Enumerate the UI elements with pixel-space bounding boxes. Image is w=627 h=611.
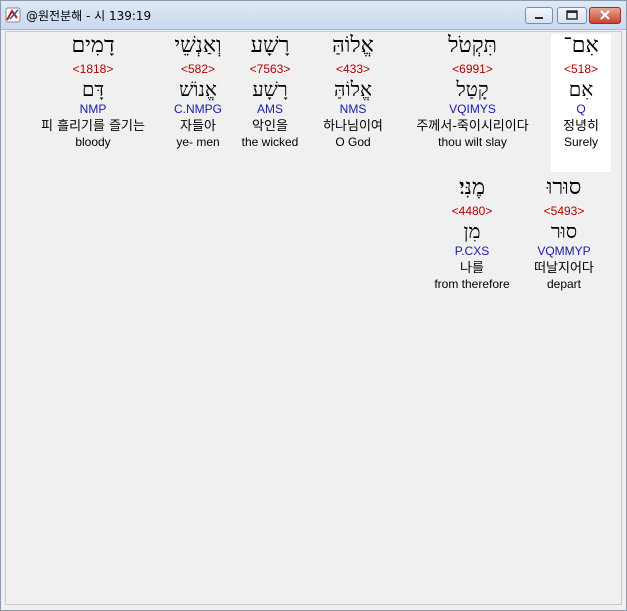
hebrew-word: תִּקְטֹל (448, 33, 497, 58)
word-block-eloah[interactable]: אֱלוֹהַּ <433> אֱלוֹהַּ NMS 하나님이여 O God (312, 34, 394, 172)
hebrew-word: דָמִים (71, 33, 115, 58)
strong-number[interactable]: <433> (312, 62, 394, 76)
strong-number[interactable]: <4480> (426, 204, 518, 218)
lemma-word: אֱנוֹשׁ (179, 77, 217, 101)
morph-code: VQMMYP (537, 244, 591, 258)
hebrew-word: סוּרוּ (546, 175, 582, 200)
verse-analysis-panel: אִם־ <518> אִם Q 정녕히 Surely תִּקְטֹל <69… (5, 31, 622, 605)
korean-gloss: 악인을 (252, 119, 288, 134)
maximize-button[interactable] (557, 7, 587, 24)
morph-code: NMS (339, 102, 367, 116)
strong-number[interactable]: <6991> (400, 62, 545, 76)
title-bar[interactable]: @원전분해 - 시 139:19 (1, 1, 626, 30)
lemma-word: אִם (568, 77, 594, 101)
close-button[interactable] (589, 7, 621, 24)
korean-gloss: 자들아 (180, 119, 216, 134)
strong-number[interactable]: <518> (551, 62, 611, 76)
morph-code: VQIMYS (449, 102, 496, 116)
english-gloss: ye- men (176, 135, 220, 149)
lemma-word: קָטַל (456, 77, 489, 101)
word-block-veanshei[interactable]: וְאַנְשֵׁי <582> אֱנוֹשׁ C.NMPG 자들아 ye- … (166, 34, 230, 172)
word-block-damim[interactable]: דָמִים <1818> דָּם NMP 피 흘리기를 즐기는 bloody (24, 34, 162, 172)
morph-code: C.NMPG (174, 102, 222, 116)
window-title: @원전분해 - 시 139:19 (26, 9, 152, 23)
app-window: @원전분해 - 시 139:19 אִם־ <518> אִם Q 정녕히 Su… (0, 0, 627, 611)
morph-code: NMP (79, 102, 107, 116)
word-block-rasha[interactable]: רָשָׁע <7563> רָשָׁע AMS 악인을 the wicked (234, 34, 306, 172)
korean-gloss: 떠날지어다 (534, 261, 594, 276)
hebrew-word: מֶנִּי׃ (459, 175, 485, 200)
lemma-word: מִן (463, 219, 481, 243)
english-gloss: O God (335, 135, 371, 149)
korean-gloss: 정녕히 (563, 119, 599, 134)
hebrew-word: אֱלוֹהַּ (332, 33, 374, 58)
strong-number[interactable]: <1818> (24, 62, 162, 76)
word-block-menni[interactable]: מֶנִּי׃ <4480> מִן P.CXS 나를 from therefo… (426, 176, 518, 314)
korean-gloss: 나를 (460, 261, 484, 276)
hebrew-word: רָשָׁע (250, 33, 290, 58)
english-gloss: depart (546, 277, 582, 291)
english-gloss: thou wilt slay (438, 135, 507, 149)
korean-gloss: 주께서-죽이시리이다 (416, 119, 529, 134)
lemma-word: דָּם (81, 77, 105, 101)
app-logo-icon (5, 7, 21, 23)
english-gloss: from therefore (434, 277, 510, 291)
morph-code: P.CXS (454, 244, 490, 258)
lemma-word: אֱלוֹהַּ (334, 77, 372, 101)
strong-number[interactable]: <5493> (522, 204, 606, 218)
word-block-suru[interactable]: סוּרוּ <5493> סוּר VQMMYP 떠날지어다 depart (522, 176, 606, 314)
strong-number[interactable]: <7563> (234, 62, 306, 76)
word-block-tiqtol[interactable]: תִּקְטֹל <6991> קָטַל VQIMYS 주께서-죽이시리이다 … (400, 34, 545, 172)
lemma-word: רָשָׁע (252, 77, 288, 101)
morph-code: Q (576, 102, 586, 116)
hebrew-word: וְאַנְשֵׁי (174, 33, 222, 58)
korean-gloss: 하나님이여 (323, 119, 383, 134)
english-gloss: the wicked (241, 135, 299, 149)
english-gloss: bloody (75, 135, 111, 149)
minimize-icon (535, 17, 543, 19)
maximize-icon (566, 10, 578, 20)
word-block-amim[interactable]: אִם־ <518> אִם Q 정녕히 Surely (551, 34, 611, 172)
lemma-word: סוּר (550, 219, 578, 243)
english-gloss: Surely (563, 135, 598, 149)
minimize-button[interactable] (525, 7, 553, 24)
strong-number[interactable]: <582> (166, 62, 230, 76)
close-icon (600, 10, 610, 20)
morph-code: AMS (256, 102, 283, 116)
korean-gloss: 피 흘리기를 즐기는 (41, 119, 145, 134)
hebrew-word: אִם־ (563, 33, 599, 58)
